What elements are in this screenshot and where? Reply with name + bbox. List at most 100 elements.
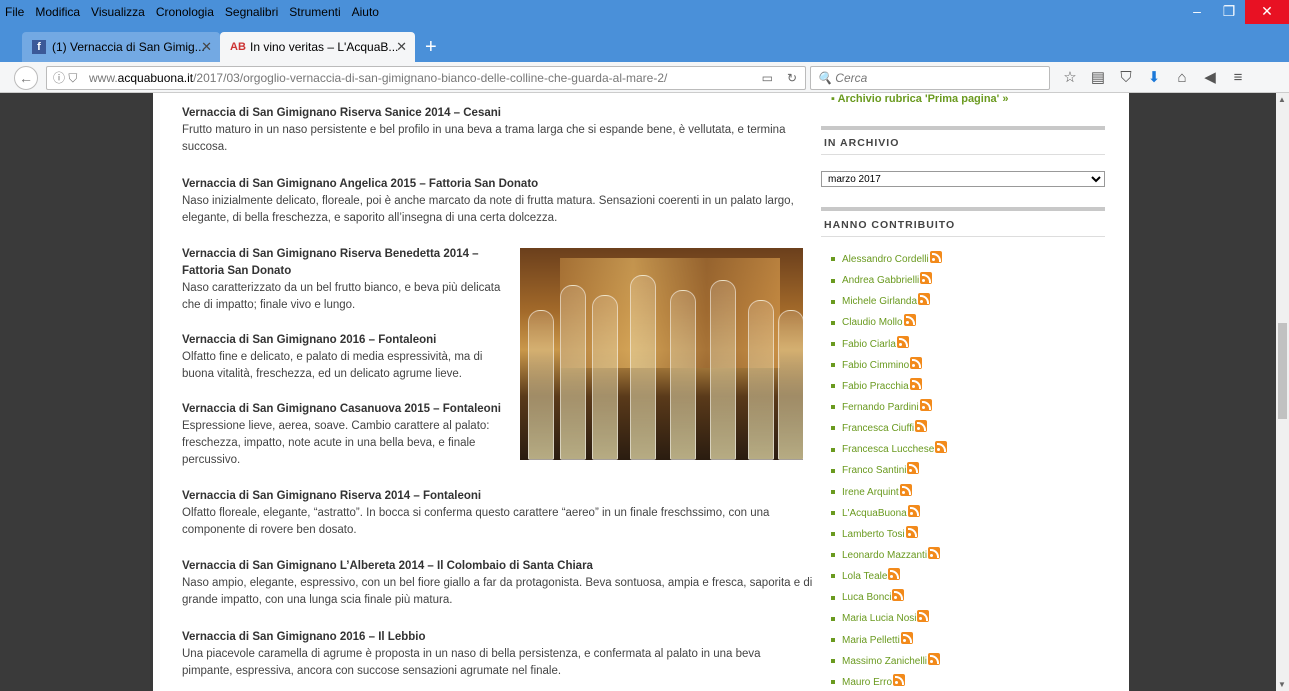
contributor-name[interactable]: Francesca Lucchese — [842, 444, 934, 455]
close-tab-icon[interactable]: ✕ — [201, 39, 212, 55]
close-window-button[interactable]: ✕ — [1245, 0, 1289, 24]
scroll-down-icon[interactable]: ▼ — [1278, 680, 1286, 689]
new-tab-button[interactable]: + — [425, 36, 437, 59]
contributor-name[interactable]: Franco Santini — [842, 465, 906, 476]
contributor-name[interactable]: Claudio Mollo — [842, 317, 903, 328]
rss-feed-icon[interactable] — [900, 631, 913, 644]
contributor-item[interactable]: Luca Bonci — [831, 589, 947, 610]
contributor-name[interactable]: Fabio Pracchia — [842, 381, 909, 392]
contributor-item[interactable]: Massimo Zanichelli — [831, 652, 947, 674]
contributor-item[interactable]: L'AcquaBuona — [831, 504, 947, 526]
menu-file[interactable]: File — [0, 3, 30, 23]
contributor-name[interactable]: Fabio Ciarla — [842, 339, 896, 350]
contributor-item[interactable]: Fernando Pardini — [831, 398, 947, 420]
menu-cronologia[interactable]: Cronologia — [151, 3, 220, 23]
wine-title: Vernaccia di San Gimignano 2016 – Il Leb… — [182, 631, 426, 643]
rss-feed-icon[interactable] — [896, 335, 909, 348]
restore-button[interactable]: ❐ — [1213, 0, 1245, 24]
reader-view-icon[interactable]: ▭ — [762, 67, 773, 89]
rss-feed-icon[interactable] — [915, 420, 928, 433]
scrollbar[interactable]: ▲ ▼ — [1276, 93, 1289, 691]
rss-feed-icon[interactable] — [928, 652, 941, 665]
scrollbar-thumb[interactable] — [1278, 323, 1287, 419]
contributor-name[interactable]: Lola Teale — [842, 571, 887, 582]
contributor-item[interactable]: Franco Santini — [831, 462, 947, 483]
rss-feed-icon[interactable] — [928, 546, 941, 559]
back-button[interactable]: ← — [14, 66, 38, 90]
site-info-icon[interactable]: ⓘ ⛉ — [53, 67, 77, 89]
rss-feed-icon[interactable] — [917, 610, 930, 623]
contributor-item[interactable]: Leonardo Mazzanti — [831, 546, 947, 568]
contributor-name[interactable]: Fernando Pardini — [842, 402, 919, 413]
rss-feed-icon[interactable] — [893, 673, 906, 686]
contributor-item[interactable]: Maria Lucia Nosi — [831, 610, 947, 631]
contributor-item[interactable]: Claudio Mollo — [831, 314, 947, 335]
contributor-item[interactable]: Francesca Lucchese — [831, 441, 948, 462]
rss-feed-icon[interactable] — [905, 525, 918, 538]
contributor-name[interactable]: Maria Lucia Nosi — [842, 613, 916, 624]
rss-feed-icon[interactable] — [919, 398, 932, 411]
contributor-name[interactable]: Luca Bonci — [842, 592, 891, 603]
rss-feed-icon[interactable] — [903, 314, 916, 327]
search-input[interactable]: 🔍 Cerca — [810, 66, 1050, 90]
download-icon[interactable]: ⬇ — [1142, 66, 1166, 90]
scroll-up-icon[interactable]: ▲ — [1278, 95, 1286, 104]
wine-title: Vernaccia di San Gimignano 2016 – Fontal… — [182, 334, 437, 346]
contributor-item[interactable]: Irene Arquint — [831, 483, 947, 505]
contributor-name[interactable]: Fabio Cimmino — [842, 360, 909, 371]
contributor-item[interactable]: Francesca Ciuffi — [831, 420, 947, 441]
minimize-button[interactable]: – — [1181, 0, 1213, 24]
rss-feed-icon[interactable] — [935, 441, 948, 454]
rss-feed-icon[interactable] — [929, 251, 942, 263]
reading-list-icon[interactable]: ▤ — [1086, 66, 1110, 90]
home-icon[interactable]: ⌂ — [1170, 66, 1194, 90]
contributor-item[interactable]: Andrea Gabbrielli — [831, 272, 947, 293]
rss-feed-icon[interactable] — [907, 504, 920, 517]
menu-aiuto[interactable]: Aiuto — [347, 3, 385, 23]
menu-modifica[interactable]: Modifica — [30, 3, 86, 23]
contributor-item[interactable]: Fabio Pracchia — [831, 377, 947, 399]
contributor-item[interactable]: Maria Pelletti — [831, 631, 947, 653]
menu-icon[interactable]: ≡ — [1226, 66, 1250, 90]
tab-acquabuona[interactable]: AB In vino veritas – L'AcquaB... ✕ — [220, 32, 415, 62]
rss-feed-icon[interactable] — [910, 356, 923, 369]
contributor-name[interactable]: Massimo Zanichelli — [842, 656, 927, 667]
contributor-name[interactable]: L'AcquaBuona — [842, 508, 907, 519]
menu-visualizza[interactable]: Visualizza — [86, 3, 151, 23]
contributor-name[interactable]: Lamberto Tosi — [842, 529, 905, 540]
contributor-item[interactable]: Fabio Ciarla — [831, 335, 947, 357]
menu-strumenti[interactable]: Strumenti — [284, 3, 346, 23]
contributor-name[interactable]: Mauro Erro — [842, 677, 892, 688]
contributor-item[interactable]: Alessandro Cordelli — [831, 251, 947, 272]
bookmark-star-icon[interactable]: ☆ — [1058, 66, 1082, 90]
rss-feed-icon[interactable] — [888, 568, 901, 581]
rss-feed-icon[interactable] — [918, 293, 931, 306]
archive-rubric-link[interactable]: ▪ Archivio rubrica 'Prima pagina' » — [831, 93, 1008, 105]
contributor-item[interactable]: Michele Girlanda — [831, 293, 947, 314]
web-page: Vernaccia di San Gimignano Riserva Sanic… — [153, 93, 1129, 691]
tab-facebook[interactable]: f (1) Vernaccia di San Gimig... ✕ — [22, 32, 220, 62]
contributor-name[interactable]: Maria Pelletti — [842, 635, 900, 646]
rss-feed-icon[interactable] — [899, 483, 912, 496]
contributor-name[interactable]: Irene Arquint — [842, 487, 899, 498]
pocket-icon[interactable]: ⛉ — [1114, 66, 1138, 90]
close-tab-icon[interactable]: ✕ — [396, 39, 407, 55]
contributor-name[interactable]: Alessandro Cordelli — [842, 254, 929, 265]
rss-feed-icon[interactable] — [909, 377, 922, 390]
contributor-item[interactable]: Mauro Erro — [831, 673, 947, 691]
share-icon[interactable]: ◀ — [1198, 66, 1222, 90]
contributor-item[interactable]: Fabio Cimmino — [831, 356, 947, 378]
contributor-name[interactable]: Leonardo Mazzanti — [842, 550, 927, 561]
rss-feed-icon[interactable] — [892, 589, 905, 602]
contributor-item[interactable]: Lola Teale — [831, 568, 947, 589]
contributor-name[interactable]: Michele Girlanda — [842, 296, 917, 307]
archive-select[interactable]: marzo 2017 — [821, 171, 1105, 187]
menu-segnalibri[interactable]: Segnalibri — [220, 3, 284, 23]
reload-icon[interactable]: ↻ — [787, 67, 797, 89]
rss-feed-icon[interactable] — [920, 272, 933, 285]
contributor-name[interactable]: Andrea Gabbrielli — [842, 275, 919, 286]
contributor-name[interactable]: Francesca Ciuffi — [842, 423, 914, 434]
contributor-item[interactable]: Lamberto Tosi — [831, 525, 947, 547]
rss-feed-icon[interactable] — [907, 462, 920, 475]
url-bar[interactable]: ⓘ ⛉ www.acquabuona.it/2017/03/orgoglio-v… — [46, 66, 806, 90]
